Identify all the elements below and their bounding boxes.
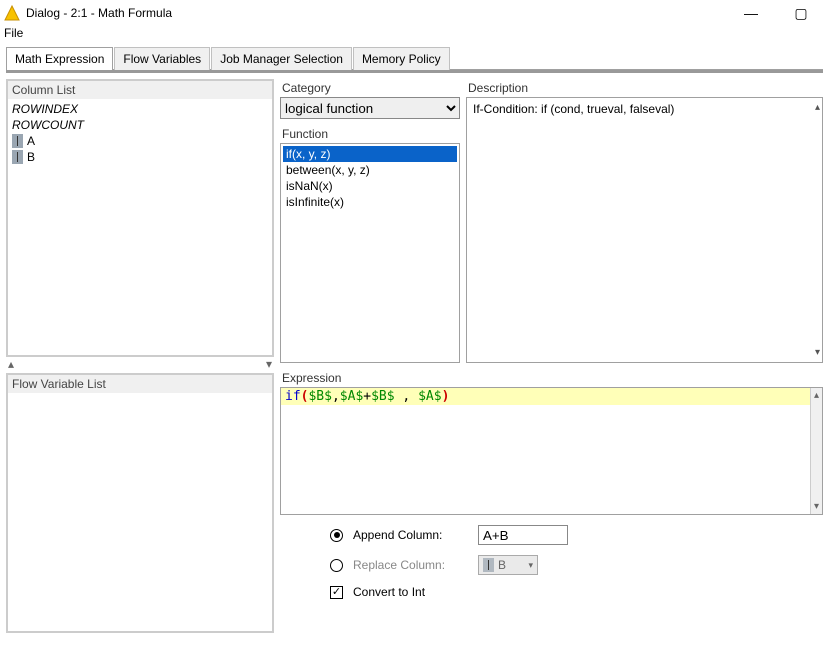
tab-memory-policy[interactable]: Memory Policy [353, 47, 450, 70]
tabstrip: Math Expression Flow Variables Job Manag… [6, 47, 823, 70]
function-item-isinfinite[interactable]: isInfinite(x) [283, 194, 457, 210]
expression-label: Expression [280, 369, 823, 387]
scroll-down-icon[interactable]: ▾ [815, 347, 820, 358]
window-title: Dialog - 2:1 - Math Formula [26, 6, 733, 20]
function-label: Function [280, 125, 460, 143]
column-item-rowcount[interactable]: ROWCOUNT [12, 117, 268, 133]
expression-scrollbar[interactable]: ▴▾ [810, 388, 822, 514]
column-item-a[interactable]: A [12, 133, 268, 149]
append-column-label: Append Column: [353, 528, 468, 542]
replace-column-combo: B ▾ [478, 555, 538, 575]
integer-type-icon [12, 150, 23, 164]
panel-resize-arrows[interactable]: ▴▾ [6, 357, 274, 373]
category-label: Category [280, 79, 460, 97]
flow-variable-panel: Flow Variable List [6, 373, 274, 633]
description-text: If-Condition: if (cond, trueval, falseva… [473, 102, 674, 116]
integer-type-icon [12, 134, 23, 148]
convert-to-int-checkbox[interactable] [330, 586, 343, 599]
expression-line[interactable]: if($B$,$A$+$B$ , $A$) [281, 388, 822, 405]
category-select[interactable]: logical function [280, 97, 460, 119]
column-item-rowindex[interactable]: ROWINDEX [12, 101, 268, 117]
flow-variable-body[interactable] [8, 393, 272, 631]
description-box: If-Condition: if (cond, trueval, falseva… [466, 97, 823, 363]
function-item-between[interactable]: between(x, y, z) [283, 162, 457, 178]
replace-column-label: Replace Column: [353, 558, 468, 572]
convert-to-int-label: Convert to Int [353, 585, 425, 599]
column-item-b[interactable]: B [12, 149, 268, 165]
column-list-body[interactable]: ROWINDEX ROWCOUNT A B [8, 99, 272, 355]
maximize-button[interactable]: ▢ [783, 3, 819, 23]
flow-variable-title: Flow Variable List [8, 375, 272, 393]
append-column-radio[interactable] [330, 529, 343, 542]
function-item-if[interactable]: if(x, y, z) [283, 146, 457, 162]
menubar: File [0, 26, 829, 46]
description-label: Description [466, 79, 823, 97]
tab-math-expression[interactable]: Math Expression [6, 47, 113, 70]
app-icon [4, 5, 20, 21]
function-item-isnan[interactable]: isNaN(x) [283, 178, 457, 194]
tab-flow-variables[interactable]: Flow Variables [114, 47, 210, 70]
scroll-up-icon[interactable]: ▴ [815, 102, 820, 113]
title-bar: Dialog - 2:1 - Math Formula — ▢ [0, 0, 829, 26]
replace-column-radio[interactable] [330, 559, 343, 572]
column-list-panel: Column List ROWINDEX ROWCOUNT A B [6, 79, 274, 357]
menu-file[interactable]: File [4, 26, 23, 40]
append-column-input[interactable] [478, 525, 568, 545]
expression-editor[interactable]: if($B$,$A$+$B$ , $A$) ▴▾ [280, 387, 823, 515]
function-list[interactable]: if(x, y, z) between(x, y, z) isNaN(x) is… [280, 143, 460, 363]
integer-type-icon [483, 558, 494, 572]
minimize-button[interactable]: — [733, 3, 769, 23]
chevron-down-icon: ▾ [528, 560, 533, 571]
tab-job-manager[interactable]: Job Manager Selection [211, 47, 352, 70]
column-list-title: Column List [8, 81, 272, 99]
